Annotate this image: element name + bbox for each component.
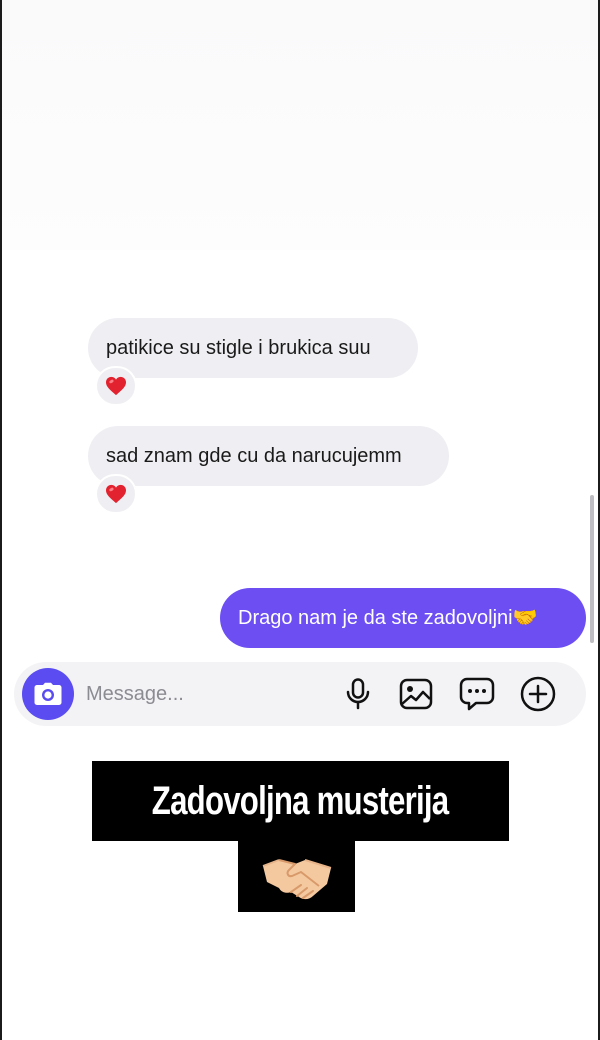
add-icon	[520, 676, 556, 712]
handshake-icon	[262, 858, 331, 899]
camera-icon	[34, 682, 62, 705]
incoming-message-2[interactable]: sad znam gde cu da narucujemm	[88, 426, 449, 486]
caption-banner: Zadovoljna musterija	[92, 761, 509, 841]
message-input[interactable]	[86, 680, 316, 708]
heart-icon	[106, 376, 126, 396]
message-composer	[14, 662, 586, 726]
message-text: Drago nam je da ste zadovoljni🤝	[238, 607, 538, 629]
message-text: sad znam gde cu da narucujemm	[106, 445, 402, 467]
scrollbar[interactable]	[590, 495, 594, 643]
outgoing-message[interactable]: Drago nam je da ste zadovoljni🤝	[220, 588, 586, 648]
reaction-heart[interactable]	[95, 474, 137, 514]
incoming-message-1[interactable]: patikice su stigle i brukica suu	[88, 318, 418, 378]
microphone-button[interactable]	[340, 676, 376, 712]
gallery-button[interactable]	[398, 676, 434, 712]
caption-emoji-box	[238, 841, 355, 912]
camera-button[interactable]	[22, 668, 74, 720]
reaction-heart[interactable]	[95, 366, 137, 406]
sticker-icon	[459, 677, 495, 711]
message-text: patikice su stigle i brukica suu	[106, 337, 371, 359]
add-button[interactable]	[520, 676, 556, 712]
chat-top-area	[2, 0, 598, 250]
sticker-button[interactable]	[459, 676, 495, 712]
gallery-icon	[399, 678, 433, 710]
heart-icon	[106, 484, 126, 504]
microphone-icon	[346, 678, 370, 710]
caption-text: Zadovoljna musterija	[152, 779, 449, 823]
